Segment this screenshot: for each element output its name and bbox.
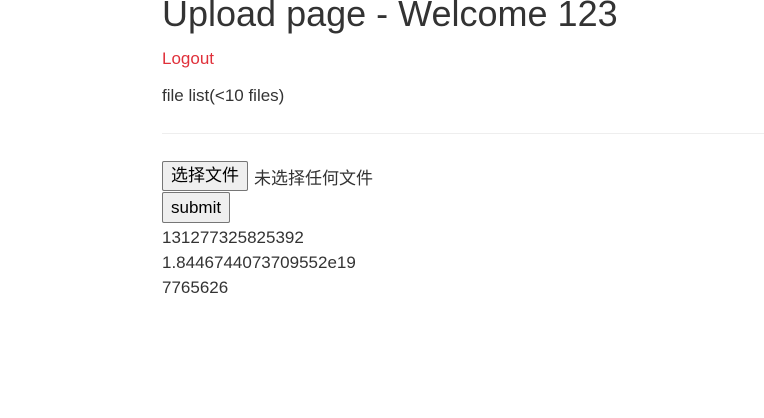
list-item: 131277325825392 [162, 228, 304, 247]
divider [162, 133, 764, 134]
list-item: 7765626 [162, 278, 229, 297]
list-item: 1.8446744073709552e19 [162, 253, 356, 272]
file-list-label: file list(<10 files) [162, 86, 285, 105]
submit-button[interactable]: submit [162, 192, 231, 223]
file-input[interactable]: 选择文件 未选择任何文件 [162, 161, 373, 191]
file-status-text: 未选择任何文件 [254, 168, 373, 189]
page-title: Upload page - Welcome 123 [162, 0, 618, 34]
choose-file-button[interactable]: 选择文件 [162, 161, 248, 191]
logout-link[interactable]: Logout [162, 48, 214, 70]
file-list: 131277325825392 1.8446744073709552e19 77… [162, 225, 356, 300]
